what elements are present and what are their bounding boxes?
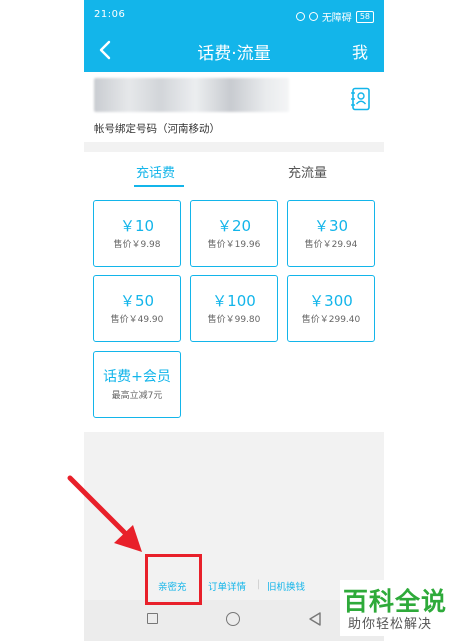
bound-number-label: 帐号绑定号码（河南移动）: [94, 123, 220, 135]
link-trade-in[interactable]: 旧机换钱: [267, 579, 305, 593]
product-amount: 话费+会员: [103, 369, 171, 385]
product-price: 售价￥49.90: [110, 315, 164, 325]
system-nav-bar: [84, 600, 384, 641]
tab-phone-credit[interactable]: 充话费: [136, 162, 175, 181]
recharge-tabs: 充话费 充流量: [84, 152, 384, 188]
footer-links: 亲密充 | 订单详情 | 旧机换钱: [84, 576, 384, 596]
product-price: 最高立减7元: [111, 391, 163, 401]
alarm-icon: [308, 12, 318, 21]
redacted-phone-number[interactable]: [94, 78, 289, 112]
contacts-book-icon[interactable]: [350, 87, 372, 111]
product-amount: ￥100: [212, 292, 256, 310]
active-tab-indicator: [134, 185, 184, 187]
link-order-details[interactable]: 订单详情: [208, 579, 246, 593]
nav-bar: 话费·流量 我: [84, 30, 384, 72]
recent-apps-icon[interactable]: [147, 613, 158, 624]
product-price: 售价￥29.94: [304, 240, 358, 250]
product-price: 售价￥99.80: [207, 315, 261, 325]
product-amount: ￥300: [309, 292, 353, 310]
phone-screen: 21:06 无障碍 58 话费·流量 我 帐号绑定号码（河南移动） 充话费 充流…: [84, 0, 384, 641]
product-amount: ￥30: [313, 217, 349, 235]
status-icons: 无障碍 58: [295, 9, 374, 24]
product-price: 售价￥299.40: [301, 315, 361, 325]
status-time: 21:06: [94, 9, 126, 20]
status-bar: 21:06 无障碍 58: [84, 0, 384, 30]
account-card: 帐号绑定号码（河南移动）: [84, 72, 384, 142]
link-separator: |: [257, 579, 261, 590]
me-button[interactable]: 我: [352, 39, 368, 63]
watermark-subtitle: 助你轻松解决: [348, 617, 433, 632]
home-icon[interactable]: [226, 612, 240, 626]
product-amount: ￥10: [119, 217, 155, 235]
watermark-logo: 百科全说 助你轻松解决: [340, 580, 460, 636]
highlight-box-annotation: [145, 554, 202, 605]
product-amount: ￥20: [216, 217, 252, 235]
location-icon: [295, 12, 305, 21]
product-grid: ￥10 售价￥9.98 ￥20 售价￥19.96 ￥30 售价￥29.94 ￥5…: [84, 188, 384, 432]
product-card[interactable]: ￥20 售价￥19.96: [190, 200, 278, 267]
page-title: 话费·流量: [197, 44, 271, 64]
tab-data[interactable]: 充流量: [288, 162, 327, 181]
product-amount: ￥50: [119, 292, 155, 310]
product-card[interactable]: ￥100 售价￥99.80: [190, 275, 278, 342]
screenshot-stage: 21:06 无障碍 58 话费·流量 我 帐号绑定号码（河南移动） 充话费 充流…: [0, 0, 466, 641]
product-price: 售价￥9.98: [113, 240, 161, 250]
battery-icon: 58: [355, 10, 374, 23]
product-card[interactable]: ￥50 售价￥49.90: [93, 275, 181, 342]
product-price: 售价￥19.96: [207, 240, 261, 250]
product-card[interactable]: ￥300 售价￥299.40: [287, 275, 375, 342]
system-back-icon[interactable]: [308, 611, 322, 627]
product-card-bundle[interactable]: 话费+会员 最高立减7元: [93, 351, 181, 418]
product-card[interactable]: ￥10 售价￥9.98: [93, 200, 181, 267]
product-card[interactable]: ￥30 售价￥29.94: [287, 200, 375, 267]
accessibility-label: 无障碍: [321, 13, 352, 24]
